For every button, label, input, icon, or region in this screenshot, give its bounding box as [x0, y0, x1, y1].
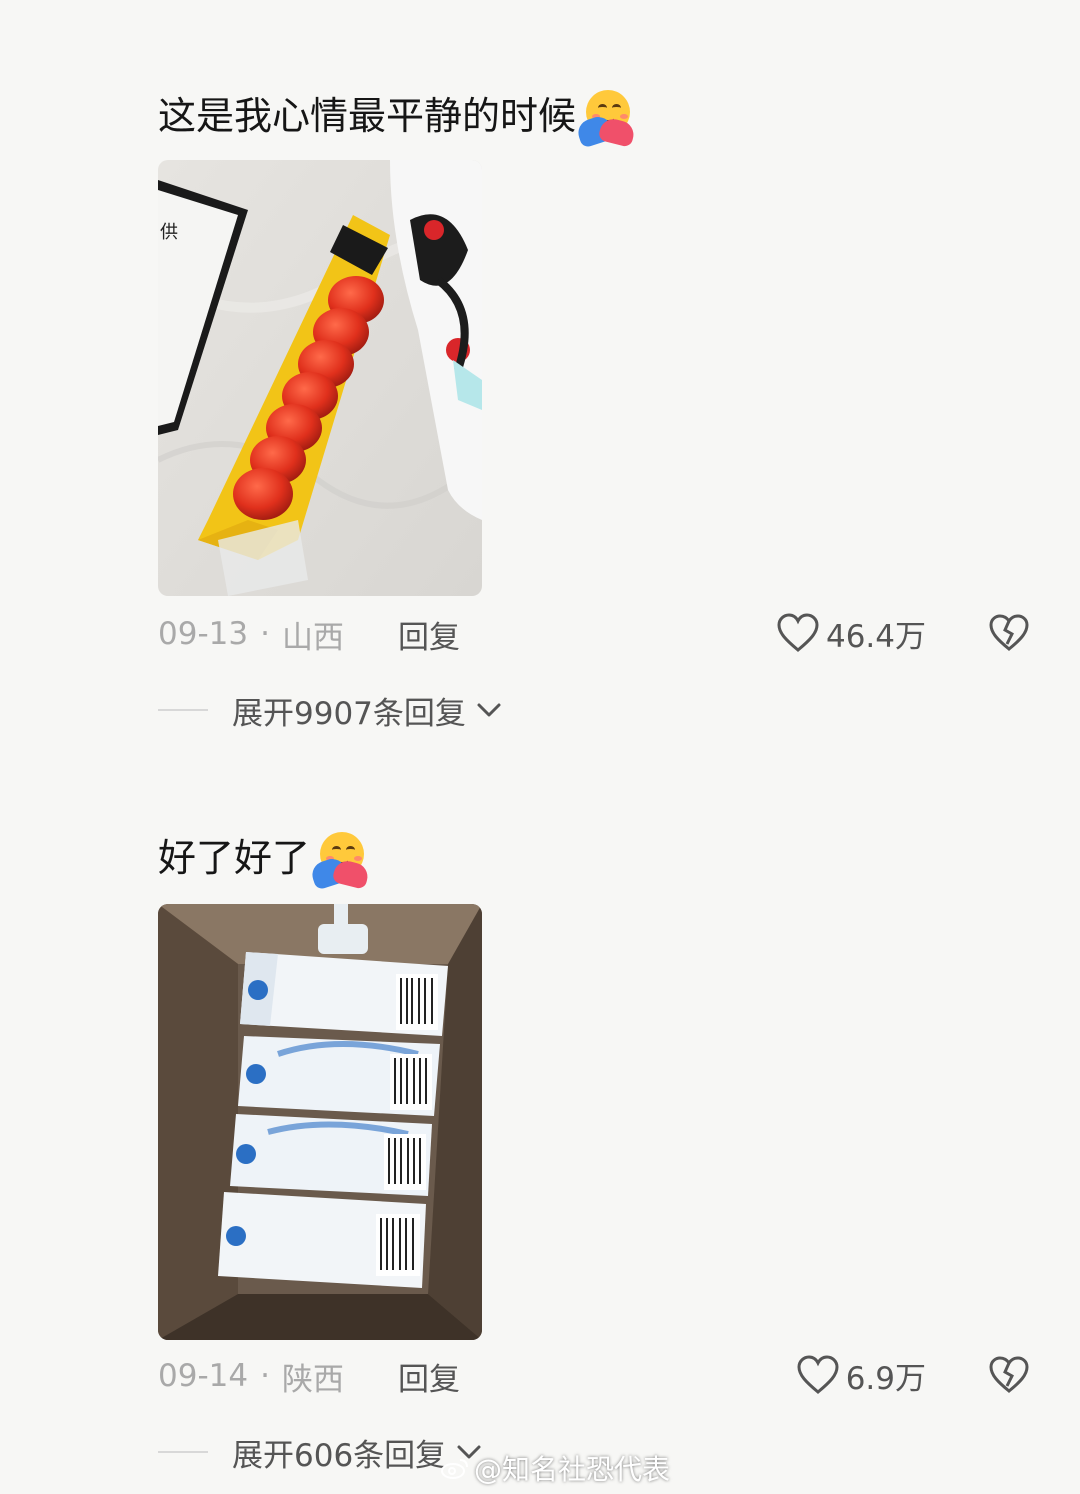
comment-date: 09-14: [158, 1358, 249, 1394]
dislike-button[interactable]: [986, 1348, 1032, 1402]
comment-location: 山西: [281, 619, 344, 656]
reply-button[interactable]: 回复: [398, 612, 460, 656]
expand-replies-label: 展开606条回复: [232, 1437, 447, 1474]
expand-replies-button[interactable]: 展开9907条回复: [158, 688, 504, 732]
broken-heart-icon: [989, 614, 1029, 651]
weibo-logo-icon: [441, 1459, 468, 1479]
comment-text-label: 好了好了: [158, 836, 311, 880]
like-count: 46.4万: [825, 618, 926, 655]
comment-photo[interactable]: [158, 904, 482, 1340]
divider-line: [158, 709, 208, 711]
comment-date: 09-13: [158, 616, 249, 652]
watermark: @知名社恐代表: [440, 1450, 670, 1486]
comment-meta: 09-14 · 陕西: [158, 1354, 344, 1398]
comment-location: 陕西: [281, 1361, 344, 1398]
like-button[interactable]: 6.9万: [796, 1348, 926, 1402]
dislike-button[interactable]: [986, 606, 1032, 660]
heart-outline-icon: [797, 1355, 839, 1394]
comment-meta: 09-13 · 山西: [158, 612, 344, 656]
comment-text-label: 这是我心情最平静的时候: [158, 94, 577, 138]
comment-photo[interactable]: 供: [158, 160, 482, 596]
comment-text: 这是我心情最平静的时候: [158, 88, 637, 149]
hugging-face-emoji-icon: [308, 830, 371, 891]
like-count: 6.9万: [845, 1360, 926, 1397]
expand-replies-label: 展开9907条回复: [232, 695, 466, 732]
meta-separator: ·: [260, 616, 270, 652]
like-button[interactable]: 46.4万: [776, 606, 926, 660]
hugging-face-emoji-icon: [574, 88, 637, 149]
chevron-down-icon: [477, 703, 501, 717]
meta-separator: ·: [260, 1358, 270, 1394]
comment-text: 好了好了: [158, 830, 371, 891]
expand-replies-button[interactable]: 展开606条回复: [158, 1430, 484, 1474]
reply-button[interactable]: 回复: [398, 1354, 460, 1398]
broken-heart-icon: [989, 1356, 1029, 1393]
svg-text:供: 供: [160, 222, 178, 243]
divider-line: [158, 1451, 208, 1453]
watermark-text: @知名社恐代表: [474, 1453, 671, 1486]
heart-outline-icon: [777, 613, 819, 652]
